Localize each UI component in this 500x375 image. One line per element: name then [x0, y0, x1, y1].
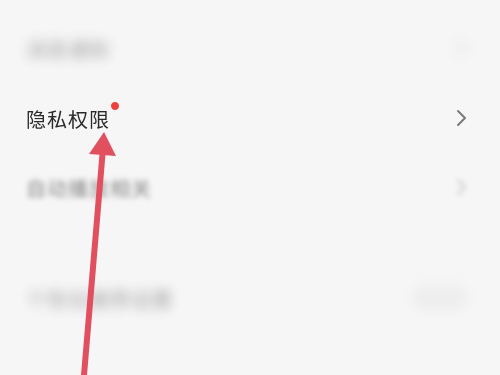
settings-item-label: 个性化推荐设置: [26, 287, 173, 312]
settings-item-label: 隐私权限: [26, 101, 119, 133]
privacy-label-text: 隐私权限: [26, 107, 110, 132]
settings-item-privacy-permissions[interactable]: 隐私权限: [0, 88, 500, 148]
settings-item-label: 自动播放相关: [26, 176, 152, 201]
chevron-right-icon: [457, 40, 466, 56]
chevron-right-icon: [457, 179, 466, 195]
settings-item-personalized[interactable]: 个性化推荐设置: [0, 268, 500, 328]
toggle-switch[interactable]: [412, 285, 468, 311]
new-badge-dot: [111, 101, 119, 110]
settings-item-autoplay[interactable]: 自动播放相关: [0, 157, 500, 217]
chevron-right-icon: [457, 110, 466, 126]
settings-item-notifications[interactable]: 消息通知: [0, 18, 500, 78]
settings-item-label: 消息通知: [26, 37, 110, 62]
settings-screen: 消息通知 隐私权限 自动播放相关 个性化推荐设置: [0, 0, 500, 375]
